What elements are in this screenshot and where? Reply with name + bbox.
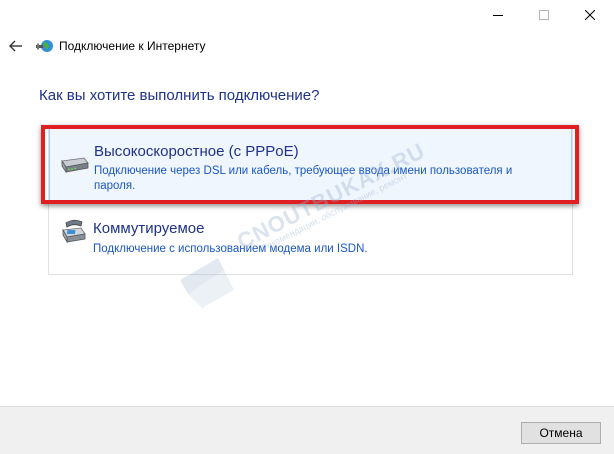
connection-options-list: Высокоскоростное (с PPPoE) Подключение ч…: [48, 127, 573, 275]
title-bar: [0, 0, 614, 32]
cancel-button[interactable]: Отмена: [521, 422, 601, 444]
back-button[interactable]: [6, 36, 26, 56]
connect-to-internet-window: Подключение к Интернету Как вы хотите вы…: [0, 0, 614, 454]
option-broadband-pppoe[interactable]: Высокоскоростное (с PPPoE) Подключение ч…: [49, 128, 572, 203]
wizard-header: Подключение к Интернету: [0, 32, 614, 60]
dialog-footer: Отмена: [0, 406, 614, 454]
network-globe-icon: [36, 40, 53, 52]
close-button[interactable]: [567, 0, 613, 30]
option-title: Высокоскоростное (с PPPoE): [94, 143, 299, 160]
back-arrow-icon: [9, 40, 22, 52]
option-description: Подключение через DSL или кабель, требую…: [94, 165, 513, 192]
option-title: Коммутируемое: [93, 220, 205, 237]
page-heading: Как вы хотите выполнить подключение?: [39, 87, 320, 104]
minimize-icon: [493, 15, 503, 16]
dialup-phone-modem-icon: [62, 219, 86, 244]
maximize-button[interactable]: [521, 0, 567, 30]
broadband-modem-icon: [61, 157, 89, 174]
close-icon: [585, 10, 595, 20]
option-description: Подключение с использованием модема или …: [93, 243, 368, 255]
option-dialup[interactable]: Коммутируемое Подключение с использовани…: [49, 208, 572, 264]
maximize-icon: [539, 10, 549, 20]
minimize-button[interactable]: [475, 0, 521, 30]
window-title: Подключение к Интернету: [59, 39, 206, 53]
